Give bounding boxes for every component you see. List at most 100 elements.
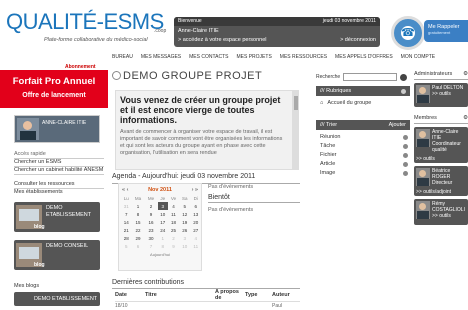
intro-scrollbar[interactable]	[293, 90, 299, 170]
blog-link[interactable]: blog	[34, 224, 45, 230]
calendar-day[interactable]: 7	[121, 210, 131, 218]
calendar-day[interactable]: 1	[158, 234, 168, 242]
person-tools-link[interactable]: >> outils	[416, 156, 435, 162]
person-card[interactable]: Béatrice ROGER Directeur >> outils/adjoint	[414, 166, 468, 196]
person-card[interactable]: Anne-Claire ITIE Coordinateur qualité >> out…	[414, 127, 468, 163]
add-label[interactable]: Ajouter	[389, 122, 406, 128]
site-logo[interactable]: QUALITÉ-ESMS .coop Plate-forme collabora…	[6, 9, 166, 49]
calendar-day[interactable]: 12	[179, 210, 191, 218]
personal-space-link[interactable]: > accédez à votre espace personnel	[178, 37, 267, 43]
search-input[interactable]	[343, 73, 398, 81]
calendar-day[interactable]: 4	[168, 202, 179, 210]
promo-banner[interactable]: Forfait Pro Annuel Offre de lancement	[0, 70, 108, 108]
calendar-day[interactable]: 28	[121, 234, 131, 242]
calendar-day[interactable]: 16	[145, 218, 158, 226]
calendar-day[interactable]: 23	[145, 226, 158, 234]
add-icon[interactable]	[403, 134, 408, 140]
calendar-day[interactable]: 2	[145, 202, 158, 210]
nav-tenders[interactable]: MES APPELS D'OFFRES	[335, 54, 393, 64]
logout-link[interactable]: > déconnexion	[340, 37, 376, 43]
calendar-day[interactable]: 24	[158, 226, 168, 234]
calendar-day[interactable]: 1	[131, 202, 144, 210]
nav-messages[interactable]: MES MESSAGES	[141, 54, 181, 64]
add-icon[interactable]	[403, 152, 408, 158]
calendar-day[interactable]: 10	[158, 210, 168, 218]
column-header[interactable]: Titre	[145, 292, 215, 298]
calendar-day[interactable]: 8	[131, 210, 144, 218]
user-card[interactable]: ANNE-CLAIRE ITIE	[14, 115, 100, 143]
home-link[interactable]: ⌂ Accueil du groupe	[320, 100, 408, 106]
phone-icon[interactable]: ☎	[391, 16, 425, 50]
calendar-day[interactable]: 9	[145, 210, 158, 218]
calendar-day[interactable]: 5	[121, 242, 131, 250]
type-item-article[interactable]: Article	[320, 161, 408, 167]
establishment-card[interactable]: DEMO ETABLISSEMENT blog	[14, 202, 100, 232]
type-item-image[interactable]: Image	[320, 170, 408, 176]
search-label: Recherche	[316, 74, 341, 80]
calendar-day[interactable]: 8	[158, 242, 168, 250]
sort-header[interactable]: /// Trier Ajouter	[316, 120, 410, 130]
calendar-day[interactable]: 15	[131, 218, 144, 226]
calendar-day[interactable]: 29	[131, 234, 144, 242]
calendar-day[interactable]: 26	[179, 226, 191, 234]
table-row[interactable]: 18/10 Paul	[115, 302, 300, 310]
calendar-day[interactable]: 7	[145, 242, 158, 250]
nav-account[interactable]: MON COMPTE	[401, 54, 435, 64]
calendar-day[interactable]: 5	[179, 202, 191, 210]
calendar-day[interactable]: 13	[191, 210, 202, 218]
column-header[interactable]: Type	[245, 292, 272, 298]
settings-icon[interactable]: ⚙	[463, 115, 468, 123]
establishment-card[interactable]: DEMO CONSEIL blog	[14, 240, 100, 270]
calendar-day[interactable]: 14	[121, 218, 131, 226]
add-icon[interactable]	[403, 143, 408, 149]
add-icon[interactable]	[403, 161, 408, 167]
calendar-day[interactable]: 9	[168, 242, 179, 250]
calendar-day[interactable]: 4	[191, 234, 202, 242]
calendar-day[interactable]: 10	[179, 242, 191, 250]
column-header[interactable]: A propos de	[215, 289, 245, 301]
column-header[interactable]: Date	[115, 292, 145, 298]
column-header[interactable]: Auteur	[272, 292, 300, 298]
rubriques-header[interactable]: /// Rubriques	[316, 86, 410, 96]
calendar-day[interactable]: 18	[168, 218, 179, 226]
person-card[interactable]: Rémy COSTAGLIOLI >> outils	[414, 199, 468, 225]
nav-projects[interactable]: MES PROJETS	[237, 54, 272, 64]
calendar-day[interactable]: 19	[179, 218, 191, 226]
nav-contacts[interactable]: MES CONTACTS	[189, 54, 228, 64]
person-tools-link[interactable]: >> outils	[432, 213, 465, 219]
type-item-file[interactable]: Fichier	[320, 152, 408, 158]
calendar-day[interactable]: 6	[131, 242, 144, 250]
type-item-meeting[interactable]: Réunion	[320, 134, 408, 140]
callback-button[interactable]: Me Rappeler gratuitement	[424, 20, 468, 42]
person-tools-link[interactable]: >> outils	[432, 91, 463, 97]
settings-icon[interactable]: ⚙	[463, 71, 468, 79]
calendar-day[interactable]: 31	[121, 202, 131, 210]
calendar-day[interactable]: 2	[168, 234, 179, 242]
add-icon[interactable]	[403, 170, 408, 176]
calendar-day[interactable]: 17	[158, 218, 168, 226]
person-card[interactable]: Paul DELTON >> outils	[414, 83, 468, 107]
person-tools-link[interactable]: >> outils/adjoint	[416, 189, 451, 195]
search-cabinet-link[interactable]: Chercher un cabinet habilité ANESM	[14, 166, 104, 175]
calendar-day[interactable]: 20	[191, 218, 202, 226]
type-item-task[interactable]: Tâche	[320, 143, 408, 149]
calendar-day-today[interactable]: 3	[157, 202, 169, 210]
calendar-day[interactable]: 11	[191, 242, 202, 250]
calendar-day[interactable]: 21	[121, 226, 131, 234]
calendar-day[interactable]: 27	[191, 226, 202, 234]
calendar-day[interactable]: 6	[191, 202, 202, 210]
calendar-today-link[interactable]: Aujourd'hui	[119, 252, 201, 257]
nav-bureau[interactable]: BUREAU	[112, 54, 133, 64]
blog-link[interactable]: blog	[34, 262, 45, 268]
nav-resources[interactable]: MES RESSOURCES	[280, 54, 327, 64]
calendar-prev[interactable]: « ‹	[122, 187, 128, 193]
calendar-day[interactable]: 25	[168, 226, 179, 234]
calendar-day[interactable]: 30	[145, 234, 158, 242]
calendar-day[interactable]: 11	[168, 210, 179, 218]
calendar-day[interactable]: 3	[179, 234, 191, 242]
collapse-icon[interactable]	[401, 88, 406, 94]
blog-card[interactable]: DEMO ETABLISSEMENT	[14, 292, 100, 306]
calendar-day[interactable]: 22	[131, 226, 144, 234]
calendar-next[interactable]: › »	[192, 187, 198, 193]
search-button[interactable]	[400, 73, 408, 81]
